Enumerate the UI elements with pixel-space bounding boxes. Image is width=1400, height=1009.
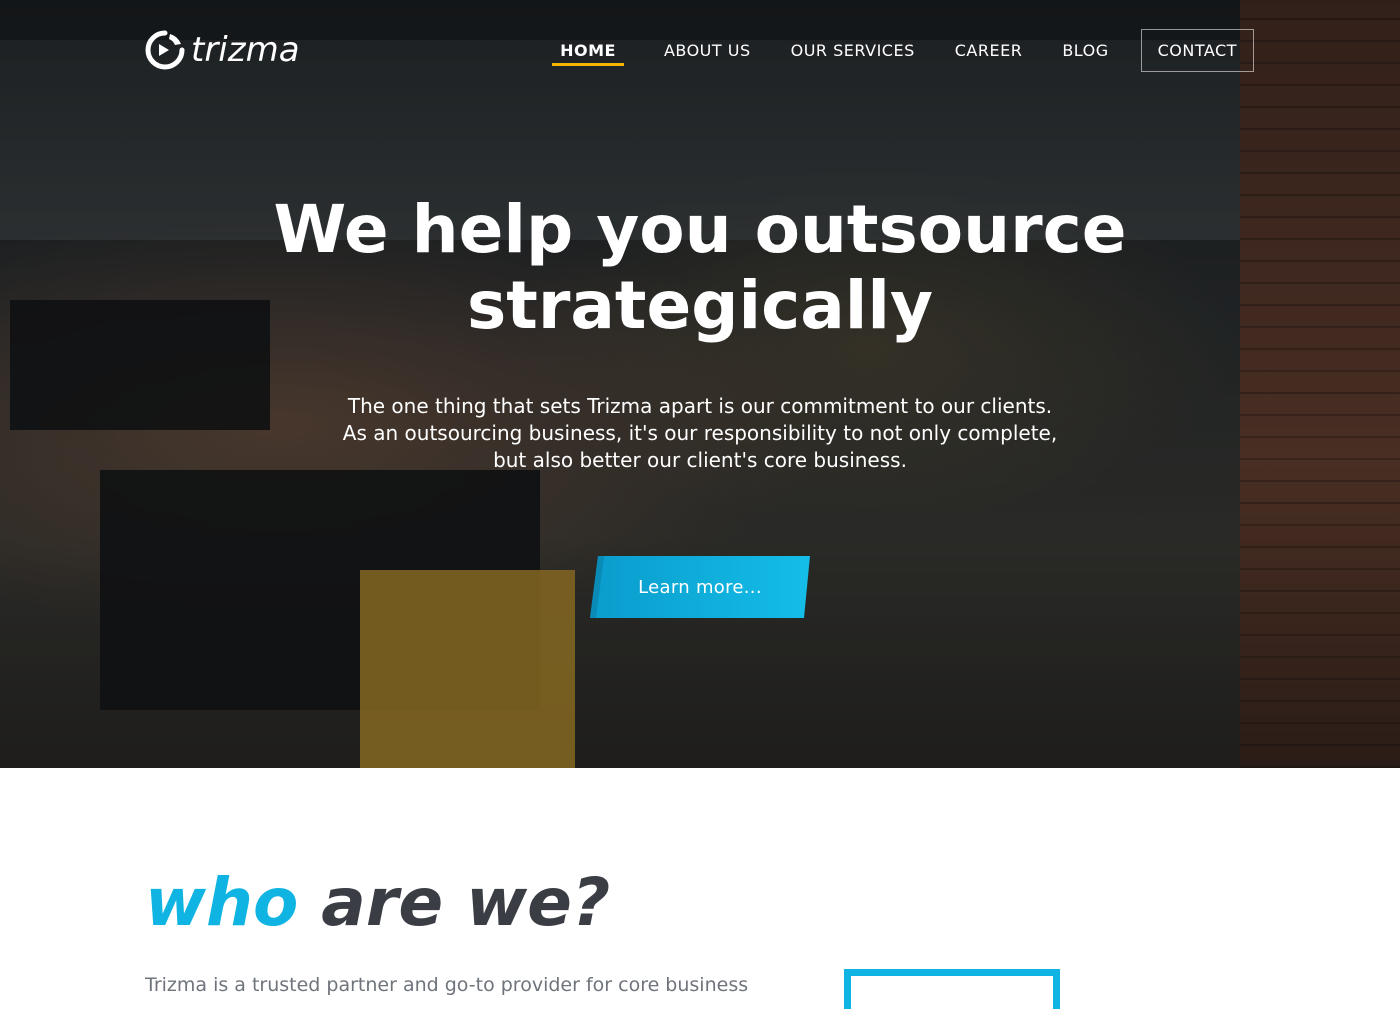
decorative-frame bbox=[844, 969, 1060, 1009]
hero-section: trizma HOME ABOUT US OUR SERVICES CAREER… bbox=[0, 0, 1400, 768]
nav-blog[interactable]: BLOG bbox=[1062, 31, 1108, 70]
who-are-we-text: Trizma is a trusted partner and go-to pr… bbox=[145, 974, 749, 996]
hero-overlay bbox=[0, 0, 1400, 768]
hero-title: We help you outsource strategically bbox=[273, 191, 1127, 344]
learn-more-button[interactable]: Learn more... bbox=[590, 556, 810, 618]
hero-description: The one thing that sets Trizma apart is … bbox=[342, 394, 1058, 472]
logo[interactable]: trizma bbox=[145, 30, 300, 70]
nav-our-services[interactable]: OUR SERVICES bbox=[791, 31, 915, 70]
who-heading-accent: who bbox=[145, 864, 299, 941]
nav-about-us[interactable]: ABOUT US bbox=[664, 31, 751, 70]
nav-career[interactable]: CAREER bbox=[955, 31, 1023, 70]
logo-wordmark: trizma bbox=[191, 30, 300, 70]
learn-more-label: Learn more... bbox=[638, 576, 762, 598]
main-navigation: HOME ABOUT US OUR SERVICES CAREER BLOG C… bbox=[512, 28, 1254, 72]
who-are-we-heading: who are we? bbox=[145, 858, 610, 948]
nav-contact-button[interactable]: CONTACT bbox=[1140, 28, 1254, 72]
nav-home[interactable]: HOME bbox=[552, 31, 624, 70]
who-heading-rest: are we? bbox=[321, 864, 611, 941]
trizma-circle-logo-icon bbox=[145, 30, 185, 70]
